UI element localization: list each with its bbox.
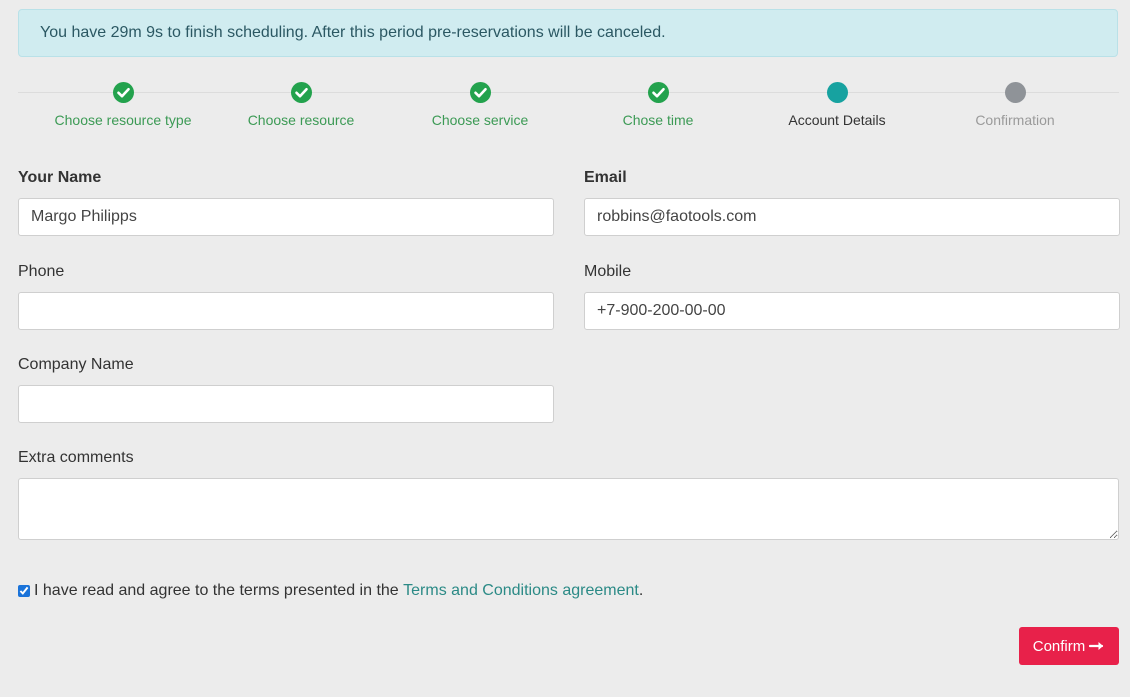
company-name-input[interactable] <box>18 385 554 423</box>
step-label: Choose resource <box>247 112 355 128</box>
terms-suffix: . <box>638 582 644 599</box>
terms-checkbox[interactable] <box>18 585 30 597</box>
phone-label: Phone <box>18 263 65 280</box>
step-label: Account Details <box>788 112 886 128</box>
confirm-button[interactable]: Confirm <box>1019 627 1119 665</box>
company-name-label: Company Name <box>18 356 134 373</box>
check-icon <box>469 82 491 103</box>
extra-comments-textarea[interactable] <box>18 478 1119 540</box>
progress-steps: Choose resource type Choose resource Cho… <box>18 80 1119 140</box>
mobile-input[interactable] <box>584 292 1120 330</box>
current-step-dot-icon <box>826 82 848 103</box>
step-label: Chose time <box>622 112 694 128</box>
time-remaining-alert: You have 29m 9s to finish scheduling. Af… <box>18 9 1118 57</box>
terms-text: I have read and agree to the terms prese… <box>34 582 399 599</box>
email-input[interactable] <box>584 198 1120 236</box>
extra-comments-field: Extra comments <box>18 448 1119 540</box>
alert-message: You have 29m 9s to finish scheduling. Af… <box>40 24 666 41</box>
terms-link[interactable]: Terms and Conditions agreement <box>403 582 639 600</box>
step-account-details: Account Details <box>747 80 927 128</box>
mobile-label: Mobile <box>584 263 632 280</box>
step-label: Choose resource type <box>54 112 192 128</box>
step-choose-resource-type[interactable]: Choose resource type <box>33 80 213 128</box>
step-choose-resource[interactable]: Choose resource <box>211 80 391 128</box>
phone-input[interactable] <box>18 292 554 330</box>
step-choose-service[interactable]: Choose service <box>390 80 570 128</box>
phone-field: Phone <box>18 262 554 330</box>
email-field: Email <box>584 168 1120 236</box>
check-icon <box>647 82 669 103</box>
your-name-label: Your Name <box>18 169 102 186</box>
step-label: Confirmation <box>975 112 1055 128</box>
company-name-field: Company Name <box>18 355 554 423</box>
mobile-field: Mobile <box>584 262 1120 330</box>
pending-step-dot-icon <box>1004 82 1026 103</box>
step-label: Choose service <box>431 112 529 128</box>
step-chose-time[interactable]: Chose time <box>568 80 748 128</box>
extra-comments-label: Extra comments <box>18 449 134 466</box>
booking-page: You have 29m 9s to finish scheduling. Af… <box>0 0 1130 697</box>
your-name-field: Your Name <box>18 168 554 236</box>
your-name-input[interactable] <box>18 198 554 236</box>
terms-agreement: I have read and agree to the terms prese… <box>18 580 643 602</box>
email-label: Email <box>584 169 627 186</box>
arrow-right-icon <box>1089 642 1104 650</box>
step-confirmation: Confirmation <box>925 80 1105 128</box>
check-icon <box>112 82 134 103</box>
check-icon <box>290 82 312 103</box>
confirm-label: Confirm <box>1032 637 1086 655</box>
